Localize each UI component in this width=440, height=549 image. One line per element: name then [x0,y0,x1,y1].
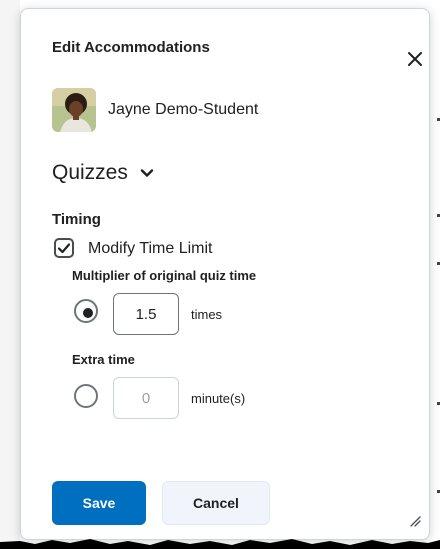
multiplier-unit: times [191,307,223,322]
extra-time-unit: minute(s) [191,391,246,406]
radio-selected-dot [83,308,93,318]
checkmark-icon [57,243,71,254]
extra-time-label: Extra time [72,352,135,367]
save-button[interactable]: Save [52,481,146,525]
dialog-title: Edit Accommodations [52,39,210,56]
multiplier-input[interactable] [113,293,179,335]
modify-time-limit-checkbox[interactable] [54,238,74,258]
multiplier-label: Multiplier of original quiz time [72,268,257,283]
multiplier-radio[interactable] [74,299,98,323]
student-name: Jayne Demo-Student [108,101,259,118]
avatar-photo-icon [52,88,96,132]
extra-time-radio[interactable] [74,384,98,408]
resize-grip-icon[interactable] [409,515,421,527]
quizzes-section-toggle[interactable]: Quizzes [52,161,154,185]
avatar [52,88,96,132]
modify-time-limit-label[interactable]: Modify Time Limit [88,240,212,258]
chevron-down-icon [140,169,154,177]
section-title: Quizzes [52,161,128,184]
close-icon [408,52,422,66]
screenshot-stage: Edit Accommodations Jayne Demo-Student Q… [0,0,440,549]
page-backdrop-left [0,0,20,549]
close-button[interactable] [403,47,427,71]
edit-accommodations-dialog: Edit Accommodations Jayne Demo-Student Q… [20,8,430,540]
cancel-button[interactable]: Cancel [162,481,270,525]
timing-heading: Timing [52,211,101,228]
torn-edge-decoration [0,539,440,549]
extra-time-input[interactable] [113,377,179,419]
